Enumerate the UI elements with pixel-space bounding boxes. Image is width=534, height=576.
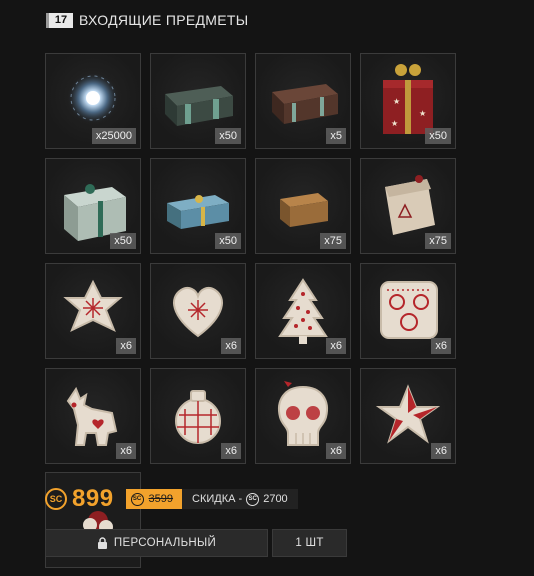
item-quantity: x6 [116,338,136,354]
personal-button[interactable]: ПЕРСОНАЛЬНЫЙ [45,529,268,557]
item-cell-green-crate[interactable]: x50 [150,53,246,149]
item-quantity: x50 [110,233,136,249]
item-cell-grenade-cookie[interactable]: x6 [150,368,246,464]
lock-icon [97,537,108,549]
incoming-items-header: 17 ВХОДЯЩИЕ ПРЕДМЕТЫ [46,10,248,30]
item-quantity: x6 [326,443,346,459]
sc-currency-icon: SC [45,488,67,510]
items-grid: x25000 x50 x5 ★ ★ ★ x50 x50 x50 x75 x75 … [45,53,456,464]
item-cell-blue-gift-box[interactable]: x50 [150,158,246,254]
item-quantity: x50 [215,128,241,144]
sc-currency-icon: SC [130,492,144,506]
item-quantity: x6 [326,338,346,354]
old-price: 3599 [148,493,174,505]
current-price: 899 [72,485,114,512]
item-quantity: x25000 [91,128,136,144]
item-cell-tree-cookie[interactable]: x6 [255,263,351,359]
item-cell-skull-cookie[interactable]: x6 [255,368,351,464]
quantity-button[interactable]: 1 ШТ [272,529,347,557]
item-quantity: x6 [116,443,136,459]
item-cell-green-gift-box[interactable]: x50 [45,158,141,254]
item-quantity: x5 [326,128,346,144]
item-cell-heart-cookie[interactable]: x6 [150,263,246,359]
price-row: SC 899 SC 3599 СКИДКА - SC 2700 [45,485,298,512]
sc-currency-icon: SC [246,492,260,506]
item-cell-mask-cookie[interactable]: x6 [360,263,456,359]
svg-text:★: ★ [391,119,398,128]
item-quantity: x50 [425,128,451,144]
personal-button-label: ПЕРСОНАЛЬНЫЙ [113,537,217,549]
item-cell-paper-bag[interactable]: x75 [360,158,456,254]
item-cell-cardboard-box[interactable]: x75 [255,158,351,254]
item-quantity: x6 [221,443,241,459]
item-cell-deer-cookie[interactable]: x6 [45,368,141,464]
old-price-badge: SC 3599 [125,489,183,509]
svg-text:★: ★ [393,97,400,106]
item-quantity: x50 [215,233,241,249]
discount-value: 2700 [263,493,288,505]
item-cell-brown-crate[interactable]: x5 [255,53,351,149]
item-cell-star-red-cookie[interactable]: x6 [360,368,456,464]
discount-badge: СКИДКА - SC 2700 [182,489,298,509]
item-cell-red-gift-box[interactable]: ★ ★ ★ x50 [360,53,456,149]
item-quantity: x6 [221,338,241,354]
action-row: ПЕРСОНАЛЬНЫЙ 1 ШТ [45,529,347,557]
item-quantity: x75 [320,233,346,249]
page-title: ВХОДЯЩИЕ ПРЕДМЕТЫ [79,12,249,28]
quantity-button-label: 1 ШТ [295,537,324,549]
item-count-badge: 17 [46,12,73,28]
item-quantity: x6 [431,338,451,354]
svg-text:★: ★ [419,109,426,118]
item-quantity: x75 [425,233,451,249]
item-cell-energy-orb[interactable]: x25000 [45,53,141,149]
item-quantity: x6 [431,443,451,459]
discount-label: СКИДКА - [192,493,243,505]
item-cell-star-cookie[interactable]: x6 [45,263,141,359]
